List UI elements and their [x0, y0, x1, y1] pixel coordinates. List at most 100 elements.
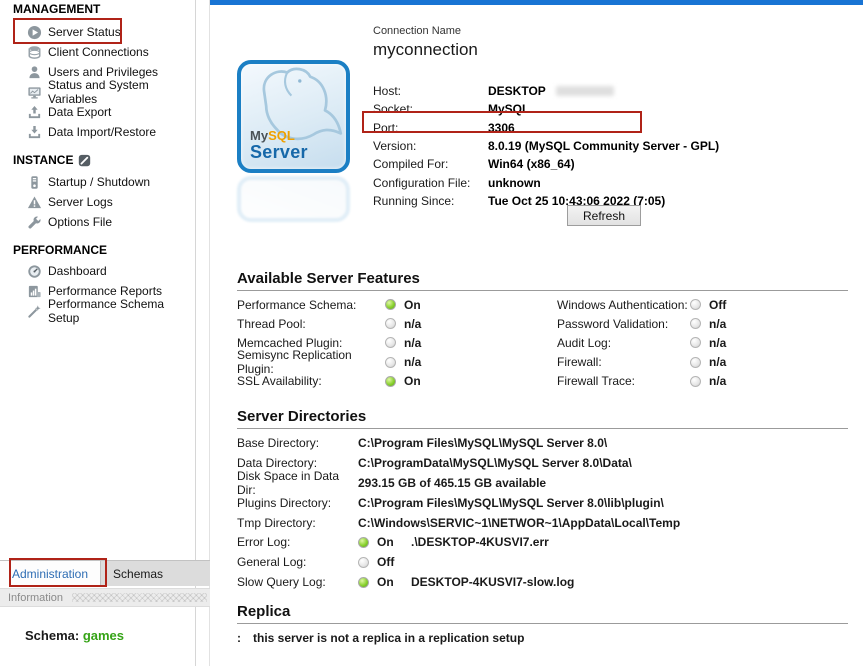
section-header-management: MANAGEMENT — [13, 2, 100, 16]
detail-row-port: Port: 3306 — [373, 119, 843, 137]
report-icon — [26, 283, 42, 299]
wrench-icon — [26, 214, 42, 230]
sidebar-item-startup-shutdown[interactable]: Startup / Shutdown — [26, 172, 194, 192]
sidebar-item-label: Startup / Shutdown — [48, 175, 151, 189]
log-state: On — [377, 575, 394, 590]
status-led-icon — [385, 299, 396, 311]
information-panel-title: Information — [0, 591, 64, 604]
sidebar-item-options-file[interactable]: Options File — [26, 212, 194, 232]
status-led-icon — [690, 337, 701, 349]
available-server-features-section: Available Server Features Performance Sc… — [237, 270, 848, 391]
status-led-icon — [358, 536, 369, 548]
feature-label: Firewall: — [557, 355, 602, 370]
tab-administration[interactable]: Administration — [0, 561, 102, 586]
directory-label: Data Directory: — [237, 455, 318, 470]
sidebar-item-status-system-variables[interactable]: Status and System Variables — [26, 78, 194, 106]
section-header-instance: INSTANCE — [13, 153, 91, 167]
status-led-icon — [385, 375, 396, 387]
status-led-icon — [385, 318, 396, 330]
detail-value: 8.0.19 (MySQL Community Server - GPL) — [488, 139, 720, 154]
feature-label: Windows Authentication: — [557, 297, 688, 312]
refresh-button[interactable]: Refresh — [567, 205, 641, 226]
sidebar-item-data-import-restore[interactable]: Data Import/Restore — [26, 122, 194, 142]
detail-value: unknown — [488, 175, 541, 190]
sidebar-item-client-connections[interactable]: Client Connections — [26, 42, 194, 62]
export-icon — [26, 104, 42, 120]
server-status-play-icon — [26, 24, 42, 40]
detail-label: Configuration File: — [373, 175, 471, 190]
directory-value: C:\Windows\SERVIC~1\NETWOR~1\AppData\Loc… — [358, 515, 681, 530]
feature-value: n/a — [709, 355, 727, 370]
replica-row-label: : — [237, 631, 241, 645]
directory-row: Disk Space in Data Dir: 293.15 GB of 465… — [237, 469, 848, 497]
directory-value: C:\Program Files\MySQL\MySQL Server 8.0\ — [358, 435, 608, 450]
sidebar-item-label: Performance Schema Setup — [48, 297, 165, 325]
section-header-label: PERFORMANCE — [13, 243, 108, 257]
feature-label: Audit Log: — [557, 335, 612, 350]
detail-label: Host: — [373, 84, 402, 99]
status-led-icon — [358, 556, 369, 568]
server-status-main-panel: MySQL Server Connection Name myconnectio… — [210, 0, 863, 666]
directory-value: C:\ProgramData\MySQL\MySQL Server 8.0\Da… — [358, 455, 632, 470]
directory-value: C:\Program Files\MySQL\MySQL Server 8.0\… — [358, 495, 664, 510]
import-icon — [26, 124, 42, 140]
connection-name-value: myconnection — [373, 40, 478, 59]
sidebar-item-data-export[interactable]: Data Export — [26, 102, 194, 122]
server-directories-section: Server Directories Base Directory: C:\Pr… — [237, 408, 848, 592]
detail-value: Win64 (x86_64) — [488, 157, 575, 172]
section-title: Available Server Features — [237, 270, 848, 291]
feature-label: SSL Availability: — [237, 374, 322, 389]
feature-value: n/a — [404, 316, 422, 331]
mysql-workbench-server-status-page: MANAGEMENT Server Status Client Connecti… — [0, 0, 863, 666]
directory-value: 293.15 GB of 465.15 GB available — [358, 475, 547, 490]
feature-row: Windows Authentication: Off — [557, 295, 726, 314]
features-left-column: Performance Schema: On Thread Pool: n/a … — [237, 295, 557, 391]
replica-status-row: : this server is not a replica in a repl… — [237, 631, 848, 645]
tab-schemas[interactable]: Schemas — [101, 561, 175, 586]
feature-row: Password Validation: n/a — [557, 314, 726, 333]
detail-row-compiled-for: Compiled For: Win64 (x86_64) — [373, 155, 843, 173]
feature-row: Thread Pool: n/a — [237, 314, 557, 333]
detail-value: MySQL — [488, 102, 530, 117]
detail-label: Port: — [373, 120, 399, 135]
sidebar-item-performance-schema-setup[interactable]: Performance Schema Setup — [26, 297, 194, 325]
directory-row: Plugins Directory: C:\Program Files\MySQ… — [237, 493, 848, 513]
sidebar-item-dashboard[interactable]: Dashboard — [26, 261, 194, 281]
feature-row: Firewall Trace: n/a — [557, 372, 726, 391]
sidebar-item-server-status[interactable]: Server Status — [26, 22, 194, 42]
directory-label: Base Directory: — [237, 435, 320, 450]
connection-info-block: Connection Name myconnection Host: DESKT… — [373, 25, 843, 208]
sidebar-item-label: Users and Privileges — [48, 65, 159, 79]
feature-value: On — [404, 297, 421, 312]
status-led-icon — [690, 356, 701, 368]
schema-setup-icon — [26, 303, 42, 319]
feature-row: Audit Log: n/a — [557, 333, 726, 352]
detail-label: Version: — [373, 139, 417, 154]
features-right-column: Windows Authentication: Off Password Val… — [557, 295, 726, 391]
feature-value: n/a — [709, 335, 727, 350]
directory-label: Tmp Directory: — [237, 515, 316, 530]
section-header-label: MANAGEMENT — [13, 2, 101, 16]
information-panel-header[interactable]: Information — [0, 588, 210, 607]
schema-label: Schema: — [25, 628, 80, 643]
connection-detail-rows: Host: DESKTOP Socket: MySQL Port: 3306 V… — [373, 82, 843, 210]
feature-label: Password Validation: — [557, 316, 669, 331]
feature-row: Semisync Replication Plugin: n/a — [237, 348, 557, 376]
log-value: DESKTOP-4KUSVI7-slow.log — [411, 575, 575, 590]
log-row-error-log: Error Log: On .\DESKTOP-4KUSVI7.err — [237, 532, 848, 552]
feature-row: Firewall: n/a — [557, 353, 726, 372]
sidebar-item-server-logs[interactable]: Server Logs — [26, 192, 194, 212]
directory-row: Tmp Directory: C:\Windows\SERVIC~1\NETWO… — [237, 513, 848, 533]
feature-value: Off — [709, 297, 727, 312]
sidebar-item-label: Dashboard — [48, 264, 107, 278]
status-led-icon — [385, 356, 396, 368]
detail-row-version: Version: 8.0.19 (MySQL Community Server … — [373, 137, 843, 155]
detail-value: DESKTOP — [488, 84, 546, 99]
instance-badge-icon — [78, 154, 91, 167]
detail-label: Compiled For: — [373, 157, 449, 172]
feature-row: SSL Availability: On — [237, 372, 557, 391]
directory-label: Disk Space in Data Dir: — [237, 468, 340, 497]
detail-row-configuration-file: Configuration File: unknown — [373, 173, 843, 191]
log-value: .\DESKTOP-4KUSVI7.err — [411, 535, 549, 550]
status-led-icon — [690, 299, 701, 311]
